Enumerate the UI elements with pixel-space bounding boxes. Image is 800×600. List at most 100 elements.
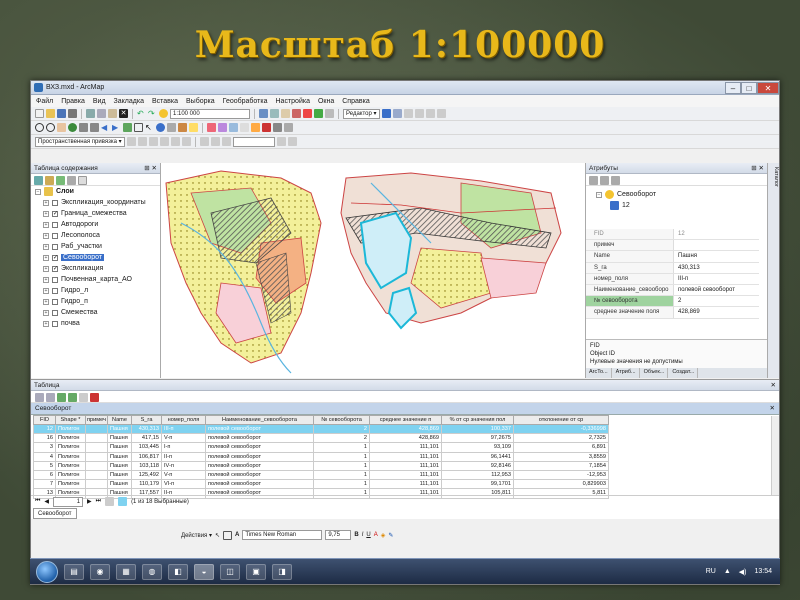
error-inspector-icon[interactable] bbox=[262, 123, 271, 132]
menu-item-3[interactable]: Закладка bbox=[114, 98, 144, 105]
hyperlink-icon[interactable] bbox=[189, 123, 198, 132]
attributes-layer-node[interactable]: − Севооборот bbox=[592, 189, 761, 200]
table-column-header[interactable]: среднее значение п bbox=[369, 415, 442, 425]
last-record-icon[interactable]: ⏭ bbox=[96, 498, 101, 505]
layer-visibility-checkbox[interactable] bbox=[52, 243, 58, 250]
georef-tool-icon[interactable] bbox=[210, 137, 220, 146]
attribute-row[interactable]: S_га 430,313 bbox=[586, 262, 759, 274]
table-tab[interactable]: Севооборот bbox=[33, 508, 77, 519]
topology-tool-icon[interactable] bbox=[199, 137, 209, 146]
toc-layer-item[interactable]: + Смежества bbox=[31, 307, 160, 318]
expand-icon[interactable]: + bbox=[43, 265, 49, 272]
attribute-row[interactable]: FID 12 bbox=[586, 229, 759, 241]
toc-layer-item[interactable]: + Лесополоса bbox=[31, 230, 160, 241]
vertex-icon[interactable] bbox=[218, 123, 227, 132]
table-row[interactable]: 4 Полигон Пашня 106,817 II-п полевой севообор… bbox=[33, 451, 609, 462]
dock-tab[interactable]: Объек... bbox=[641, 368, 669, 378]
table-row[interactable]: 6 Полигон Пашня 125,492 V-п полевой севооборо… bbox=[33, 469, 609, 481]
measure-icon[interactable] bbox=[178, 123, 187, 132]
expand-icon[interactable]: + bbox=[43, 243, 49, 250]
filter-icon[interactable] bbox=[600, 176, 609, 185]
table-row[interactable]: 16 Полигон Пашня 417,15 V-п полевой севооборо… bbox=[33, 433, 609, 444]
table-column-header[interactable]: Наименование_севооборота bbox=[205, 415, 314, 425]
attribute-field-value[interactable] bbox=[674, 240, 759, 250]
select-by-attributes-icon[interactable] bbox=[57, 393, 66, 402]
print-icon[interactable] bbox=[68, 109, 77, 118]
close-button[interactable]: ✕ bbox=[757, 81, 779, 94]
table-row[interactable]: 12 Полигон Пашня 430,313 III-п полевой севооб… bbox=[33, 423, 609, 435]
next-record-icon[interactable]: ▶ bbox=[87, 498, 92, 505]
media-taskbar-icon[interactable]: ◫ bbox=[220, 563, 240, 580]
volume-icon[interactable]: ◀) bbox=[739, 568, 747, 576]
expand-icon[interactable]: + bbox=[43, 199, 49, 206]
show-selected-records-icon[interactable] bbox=[118, 497, 128, 506]
copy-icon[interactable] bbox=[97, 109, 106, 118]
menu-item-9[interactable]: Справка bbox=[342, 98, 369, 105]
report-icon[interactable] bbox=[287, 137, 297, 146]
table-row[interactable]: 3 Полигон Пашня 103,445 I-п полевой севооборо… bbox=[33, 442, 609, 453]
link-icon[interactable] bbox=[137, 137, 147, 146]
attribute-field-value[interactable]: 430,313 bbox=[674, 263, 759, 273]
close-icon[interactable]: ✕ bbox=[770, 403, 779, 414]
font-size-input[interactable]: 9,75 bbox=[325, 530, 352, 540]
editor-toolbar-icon[interactable] bbox=[259, 109, 268, 118]
toc-layer-item[interactable]: + Автодороги bbox=[31, 219, 160, 230]
menu-item-6[interactable]: Геообработка bbox=[223, 98, 268, 105]
menu-item-2[interactable]: Вид bbox=[93, 98, 106, 105]
menu-item-1[interactable]: Правка bbox=[61, 98, 85, 105]
bold-icon[interactable]: B bbox=[354, 532, 358, 538]
topology-icon[interactable] bbox=[207, 123, 216, 132]
paste-icon[interactable] bbox=[108, 109, 117, 118]
edge-match-icon[interactable] bbox=[148, 137, 158, 146]
first-record-icon[interactable]: ⏮ bbox=[35, 498, 40, 505]
attribute-row[interactable]: Наименование_севооборо полевой севооборот bbox=[586, 284, 759, 297]
layout-icon[interactable] bbox=[273, 123, 282, 132]
attribute-row[interactable]: Name Пашня bbox=[586, 251, 759, 263]
clear-selection-icon[interactable] bbox=[134, 123, 143, 132]
attribute-transfer-icon[interactable] bbox=[159, 137, 169, 146]
font-name-input[interactable]: Times New Roman bbox=[242, 530, 323, 540]
map-view[interactable] bbox=[161, 163, 585, 378]
collapse-icon[interactable]: − bbox=[596, 191, 602, 198]
firefox-taskbar-icon[interactable]: ◍ bbox=[142, 563, 162, 580]
toc-layer-item[interactable]: + Гидро_п bbox=[31, 296, 160, 307]
toc-root-layers[interactable]: − Слои bbox=[31, 186, 160, 197]
python-icon[interactable] bbox=[314, 109, 323, 118]
layer-visibility-checkbox[interactable] bbox=[52, 276, 58, 283]
table-row[interactable]: 7 Полигон Пашня 110,179 VI-п полевой севообор… bbox=[33, 479, 609, 490]
delete-selected-icon[interactable] bbox=[90, 393, 99, 402]
expand-all-icon[interactable] bbox=[611, 176, 620, 185]
catalog-icon[interactable] bbox=[281, 109, 290, 118]
attributes-feature-node[interactable]: 12 bbox=[592, 200, 761, 211]
table-column-header[interactable]: FID bbox=[33, 415, 56, 425]
toc-layer-item[interactable]: + Гидро_л bbox=[31, 285, 160, 296]
layer-visibility-checkbox[interactable]: ✓ bbox=[52, 254, 58, 261]
menu-item-8[interactable]: Окна bbox=[318, 98, 334, 105]
toc-layer-item[interactable]: + почва bbox=[31, 318, 160, 329]
sketch-tool-icon[interactable] bbox=[392, 109, 402, 118]
table-column-header[interactable]: S_га bbox=[131, 415, 162, 425]
start-button[interactable] bbox=[36, 560, 58, 583]
dock-tab[interactable]: ArcTo... bbox=[586, 368, 612, 378]
select-elements-icon[interactable]: ↖ bbox=[145, 123, 154, 132]
file-manager-taskbar-icon[interactable]: ▦ bbox=[116, 563, 136, 580]
arctoolbox-icon[interactable] bbox=[303, 109, 312, 118]
clear-selection-icon[interactable] bbox=[79, 393, 88, 402]
close-icon[interactable]: ✕ bbox=[771, 380, 779, 390]
pan-icon[interactable] bbox=[57, 123, 66, 132]
undo-icon[interactable]: ↶ bbox=[137, 109, 146, 118]
expand-icon[interactable]: + bbox=[43, 210, 49, 217]
table-column-header[interactable]: примеч bbox=[85, 415, 108, 425]
table-of-contents-icon[interactable] bbox=[270, 109, 279, 118]
limited-adjust-icon[interactable] bbox=[181, 137, 191, 146]
list-by-source-icon[interactable] bbox=[45, 176, 54, 185]
expand-icon[interactable]: + bbox=[43, 298, 49, 305]
word-taskbar-icon[interactable]: ▣ bbox=[246, 563, 266, 580]
maximize-button[interactable]: □ bbox=[741, 81, 757, 94]
expand-icon[interactable]: + bbox=[43, 254, 49, 261]
fixed-zoom-in-icon[interactable] bbox=[79, 123, 88, 132]
toc-options-icon[interactable] bbox=[78, 176, 87, 185]
menu-item-0[interactable]: Файл bbox=[36, 98, 53, 105]
sort-icon[interactable] bbox=[589, 176, 598, 185]
opera-taskbar-icon[interactable]: ◉ bbox=[90, 563, 110, 580]
